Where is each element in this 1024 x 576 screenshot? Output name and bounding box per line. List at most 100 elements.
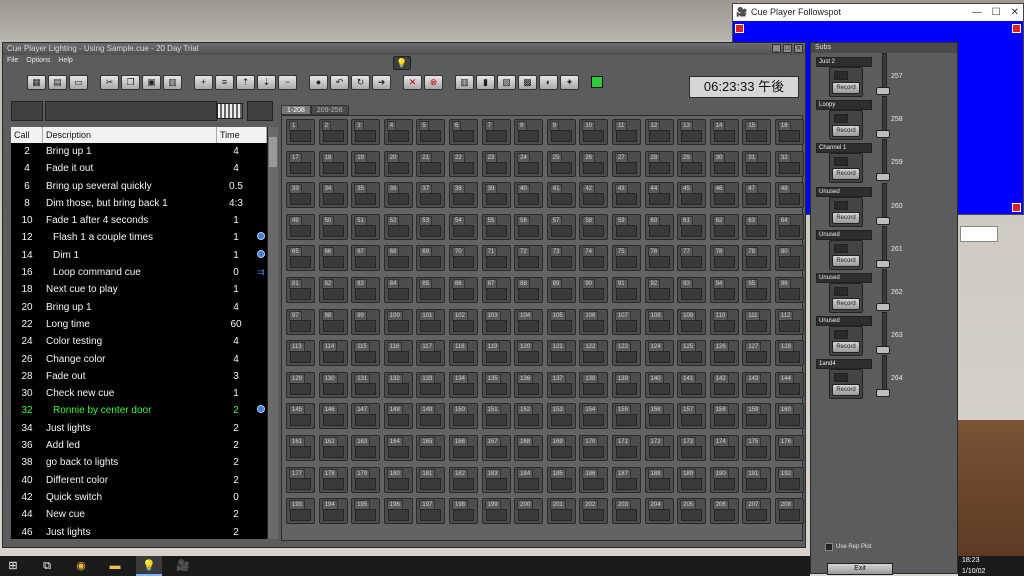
menu-file[interactable]: File xyxy=(7,55,18,66)
cue-player-bulb-icon[interactable]: 💡 xyxy=(136,556,162,576)
sub-fader-track[interactable] xyxy=(882,139,887,178)
channel-level[interactable] xyxy=(583,193,605,206)
channel-cell[interactable]: 157 xyxy=(677,403,707,430)
channel-level[interactable] xyxy=(550,130,572,142)
channel-level[interactable] xyxy=(387,161,409,174)
column-time[interactable]: Time xyxy=(217,127,267,143)
close-icon[interactable]: × xyxy=(794,44,803,53)
channel-cell[interactable]: 18 xyxy=(318,150,348,177)
channel-cell[interactable]: 154 xyxy=(579,403,609,430)
cue-row[interactable]: 44 New cue 2 xyxy=(11,506,267,523)
task-view-icon[interactable]: ⧉ xyxy=(34,556,60,576)
channel-cell[interactable]: 12 xyxy=(644,119,674,145)
channel-level[interactable] xyxy=(322,287,344,300)
channel-level[interactable] xyxy=(387,445,409,458)
channel-level[interactable] xyxy=(518,256,540,269)
channel-level[interactable] xyxy=(290,224,311,237)
channel-level[interactable] xyxy=(290,161,311,174)
channel-cell[interactable]: 34 xyxy=(318,182,348,209)
channel-level[interactable] xyxy=(290,256,311,269)
channel-level[interactable] xyxy=(452,445,474,458)
sub-label[interactable]: Just 2 xyxy=(816,57,872,67)
channel-cell[interactable]: 63 xyxy=(742,213,772,240)
paste-button[interactable]: ▣ xyxy=(142,74,161,90)
channel-cell[interactable]: 19 xyxy=(351,150,381,177)
channel-level[interactable] xyxy=(583,224,605,237)
channel-level[interactable] xyxy=(615,351,637,364)
channel-level[interactable] xyxy=(387,256,409,269)
cue-row[interactable]: 12 Flash 1 a couple times 1 xyxy=(11,229,267,246)
channel-level[interactable] xyxy=(615,445,637,458)
cue-row[interactable]: 14 Dim 1 1 xyxy=(11,247,267,264)
channel-cell[interactable]: 106 xyxy=(579,308,609,335)
channel-cell[interactable]: 79 xyxy=(742,245,772,272)
channel-cell[interactable]: 83 xyxy=(351,276,381,303)
channel-cell[interactable]: 38 xyxy=(448,182,478,209)
channel-level[interactable] xyxy=(648,351,670,364)
channel-cell[interactable]: 80 xyxy=(774,245,804,272)
channel-cell[interactable]: 23 xyxy=(481,150,511,177)
channel-cell[interactable]: 28 xyxy=(644,150,674,177)
channel-cell[interactable]: 203 xyxy=(611,498,641,525)
channel-level[interactable] xyxy=(322,414,344,427)
open-button[interactable]: ▤ xyxy=(48,74,67,90)
channel-cell[interactable]: 89 xyxy=(546,276,576,303)
channel-cell[interactable]: 6 xyxy=(448,119,478,145)
channel-cell[interactable]: 72 xyxy=(514,245,544,272)
channel-cell[interactable]: 111 xyxy=(742,308,772,335)
channel-cell[interactable]: 95 xyxy=(742,276,772,303)
channel-level[interactable] xyxy=(485,161,507,174)
channel-cell[interactable]: 187 xyxy=(611,466,641,493)
channel-cell[interactable]: 185 xyxy=(546,466,576,493)
cancel-button[interactable]: ✕ xyxy=(403,74,422,90)
channel-cell[interactable]: 115 xyxy=(351,340,381,367)
channel-level[interactable] xyxy=(713,224,735,237)
bulb-icon[interactable]: 💡 xyxy=(393,56,411,70)
channel-cell[interactable]: 31 xyxy=(742,150,772,177)
save-button[interactable]: ▭ xyxy=(69,74,88,90)
channel-cell[interactable]: 139 xyxy=(611,371,641,398)
channel-level[interactable] xyxy=(583,477,605,490)
channel-level[interactable] xyxy=(648,287,670,300)
channel-cell[interactable]: 11 xyxy=(611,119,641,145)
cue-row[interactable]: 42 Quick switch 0 xyxy=(11,489,267,506)
sub-label[interactable]: Unused xyxy=(816,273,872,283)
channel-level[interactable] xyxy=(387,130,409,142)
channel-cell[interactable]: 77 xyxy=(677,245,707,272)
channel-cell[interactable]: 122 xyxy=(579,340,609,367)
channel-cell[interactable]: 22 xyxy=(448,150,478,177)
channel-level[interactable] xyxy=(322,319,344,332)
channel-cell[interactable]: 67 xyxy=(351,245,381,272)
channel-cell[interactable]: 47 xyxy=(742,182,772,209)
channel-level[interactable] xyxy=(713,351,735,364)
channel-level[interactable] xyxy=(615,382,637,395)
channel-cell[interactable]: 8 xyxy=(514,119,544,145)
channel-cell[interactable]: 121 xyxy=(546,340,576,367)
channel-level[interactable] xyxy=(452,319,474,332)
channel-cell[interactable]: 36 xyxy=(383,182,413,209)
channel-cell[interactable]: 152 xyxy=(514,403,544,430)
channel-level[interactable] xyxy=(681,509,703,522)
channel-cell[interactable]: 41 xyxy=(546,182,576,209)
channel-level[interactable] xyxy=(681,287,703,300)
channel-level[interactable] xyxy=(583,161,605,174)
sub-label[interactable]: Unused xyxy=(816,316,872,327)
channel-level[interactable] xyxy=(452,382,474,395)
channel-cell[interactable]: 151 xyxy=(481,403,511,430)
channel-level[interactable] xyxy=(355,382,377,395)
sub-fader-track[interactable] xyxy=(882,269,887,307)
sub-fader-knob[interactable] xyxy=(876,303,890,311)
channel-level[interactable] xyxy=(420,445,442,458)
channel-cell[interactable]: 116 xyxy=(383,340,413,367)
channel-cell[interactable]: 159 xyxy=(742,403,772,430)
channel-cell[interactable]: 176 xyxy=(774,434,804,461)
channel-level[interactable] xyxy=(550,193,572,206)
sub-fader-track[interactable] xyxy=(882,53,887,91)
record-button[interactable]: Record xyxy=(832,211,860,224)
record-button[interactable]: Record xyxy=(832,254,860,267)
channel-level[interactable] xyxy=(648,382,670,395)
channel-level[interactable] xyxy=(615,130,637,142)
channel-cell[interactable]: 168 xyxy=(514,434,544,461)
channel-level[interactable] xyxy=(420,382,442,395)
channel-cell[interactable]: 197 xyxy=(416,498,446,525)
